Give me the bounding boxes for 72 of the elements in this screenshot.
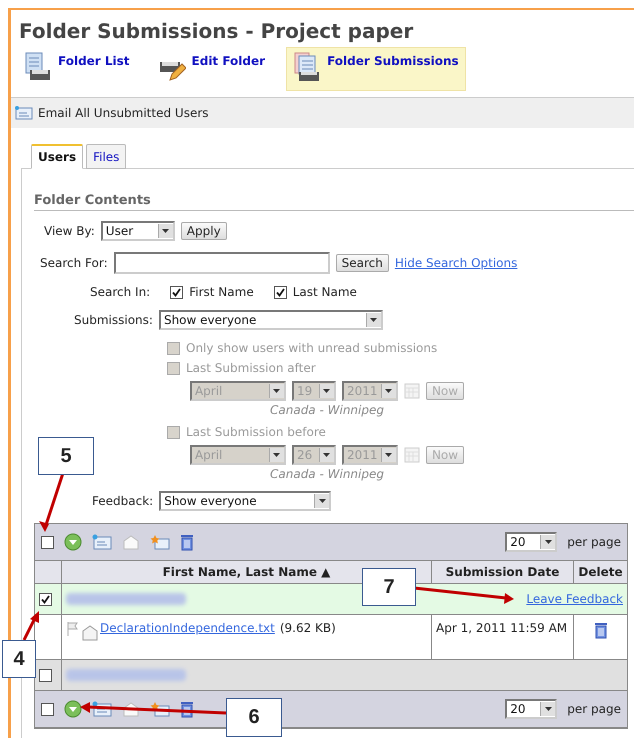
caret-icon	[366, 313, 381, 327]
callout-number: 7	[362, 568, 416, 606]
caret-icon	[380, 448, 396, 462]
column-header[interactable]: Delete	[573, 561, 627, 584]
submissions-select[interactable]: Show everyone	[158, 310, 383, 330]
per-page-label: per page	[567, 535, 621, 549]
trash-icon[interactable]	[594, 621, 608, 639]
new-mail-icon[interactable]	[92, 534, 112, 550]
field-label: Submissions:	[74, 313, 153, 327]
documents-tray-icon	[293, 52, 322, 82]
callout-number: 5	[38, 437, 94, 475]
view-by-select[interactable]: User	[100, 221, 175, 241]
checkbox-label: Last Submission before	[186, 425, 326, 439]
row-checkbox[interactable]	[39, 592, 52, 606]
checkbox-label: First Name	[189, 285, 254, 299]
select-all-checkbox[interactable]	[41, 702, 54, 716]
field-label: Search In:	[90, 285, 150, 299]
callout-arrow	[39, 472, 64, 532]
nav-link[interactable]: Folder Submissions	[286, 47, 466, 91]
download-icon[interactable]	[64, 700, 82, 718]
per-page-select[interactable]: 20	[505, 532, 558, 552]
caret-icon	[268, 384, 284, 398]
caret-icon	[318, 448, 334, 462]
tab[interactable]: Files	[86, 144, 126, 169]
checkbox-label: Last Name	[292, 285, 357, 299]
caret-icon	[268, 448, 284, 462]
caret-icon	[540, 535, 556, 549]
caret-icon	[314, 494, 330, 508]
apply-button[interactable]: Apply	[180, 222, 227, 240]
callout-number: 6	[226, 698, 282, 737]
file-size: (9.62 KB)	[280, 621, 336, 635]
search-button[interactable]: Search	[336, 254, 389, 272]
starred-mail-icon[interactable]	[150, 701, 170, 717]
callout-number: 4	[2, 640, 36, 678]
caret-icon	[318, 384, 334, 398]
caret-icon	[380, 384, 396, 398]
email-unsubmitted-link[interactable]: Email All Unsubmitted Users	[38, 106, 209, 120]
caret-icon	[540, 702, 556, 716]
select-all-checkbox[interactable]	[41, 536, 54, 548]
row-checkbox[interactable]	[39, 668, 52, 682]
envelope-icon	[82, 625, 98, 641]
time-zone-label: Canada - Winnipeg	[270, 467, 384, 481]
flag-icon[interactable]	[66, 621, 80, 637]
per-page-select[interactable]: 20	[505, 699, 558, 719]
checkbox[interactable]	[274, 286, 287, 298]
time-zone-label: Canada - Winnipeg	[270, 403, 384, 417]
field-label: Search For:	[40, 256, 108, 270]
document-tray-icon	[24, 52, 52, 82]
submission-date: Apr 1, 2011 11:59 AM	[436, 621, 568, 635]
file-link[interactable]: DeclarationIndependence.txt	[100, 621, 275, 635]
leave-feedback-link[interactable]: Leave Feedback	[526, 592, 623, 606]
download-icon[interactable]	[64, 533, 82, 551]
field-label: Feedback:	[92, 494, 154, 508]
per-page-label: per page	[567, 702, 621, 716]
field-label: View By:	[44, 224, 95, 238]
checkbox[interactable]	[170, 286, 184, 298]
trash-icon[interactable]	[180, 533, 194, 551]
feedback-select[interactable]: Show everyone	[159, 491, 332, 511]
nav-link[interactable]: Folder List	[17, 47, 137, 91]
starred-mail-icon[interactable]	[150, 534, 170, 550]
callout-arrow	[22, 611, 39, 641]
search-field[interactable]	[114, 252, 330, 274]
section-title: Folder Contents	[34, 193, 634, 211]
column-header[interactable]: Submission Date	[431, 561, 573, 584]
nav-link[interactable]: Edit Folder	[150, 47, 272, 91]
page-title: Folder Submissions - Project paper	[18, 18, 414, 45]
new-mail-icon[interactable]	[15, 106, 33, 120]
checkbox-label: Only show users with unread submissions	[186, 341, 438, 355]
tab[interactable]: Users	[31, 144, 84, 169]
hide-search-options-link[interactable]: Hide Search Options	[394, 256, 518, 270]
checkbox-label: Last Submission after	[186, 361, 316, 375]
caret-icon	[158, 224, 173, 238]
